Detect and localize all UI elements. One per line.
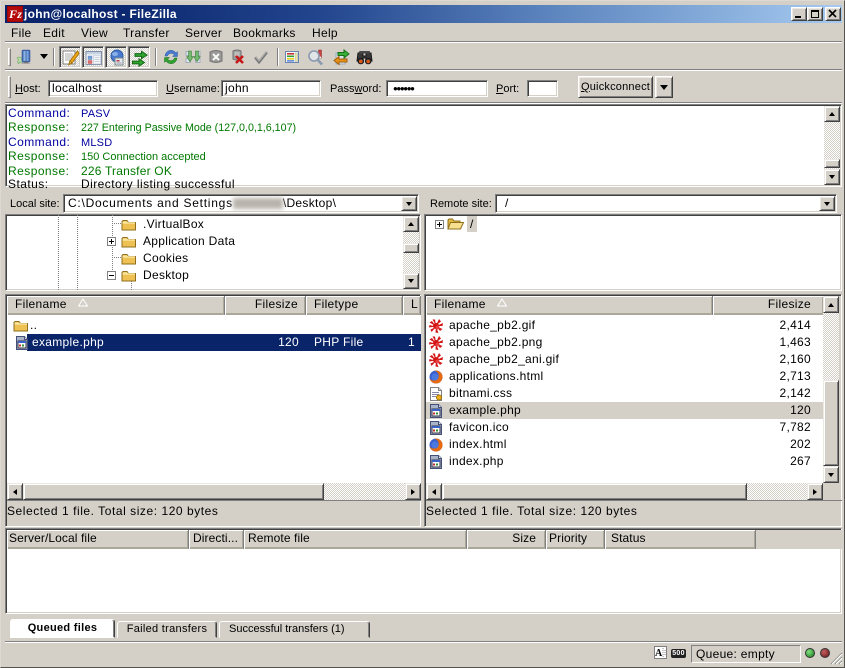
svg-text:Fz: Fz [8, 7, 22, 21]
svg-text:A: A [655, 648, 663, 658]
